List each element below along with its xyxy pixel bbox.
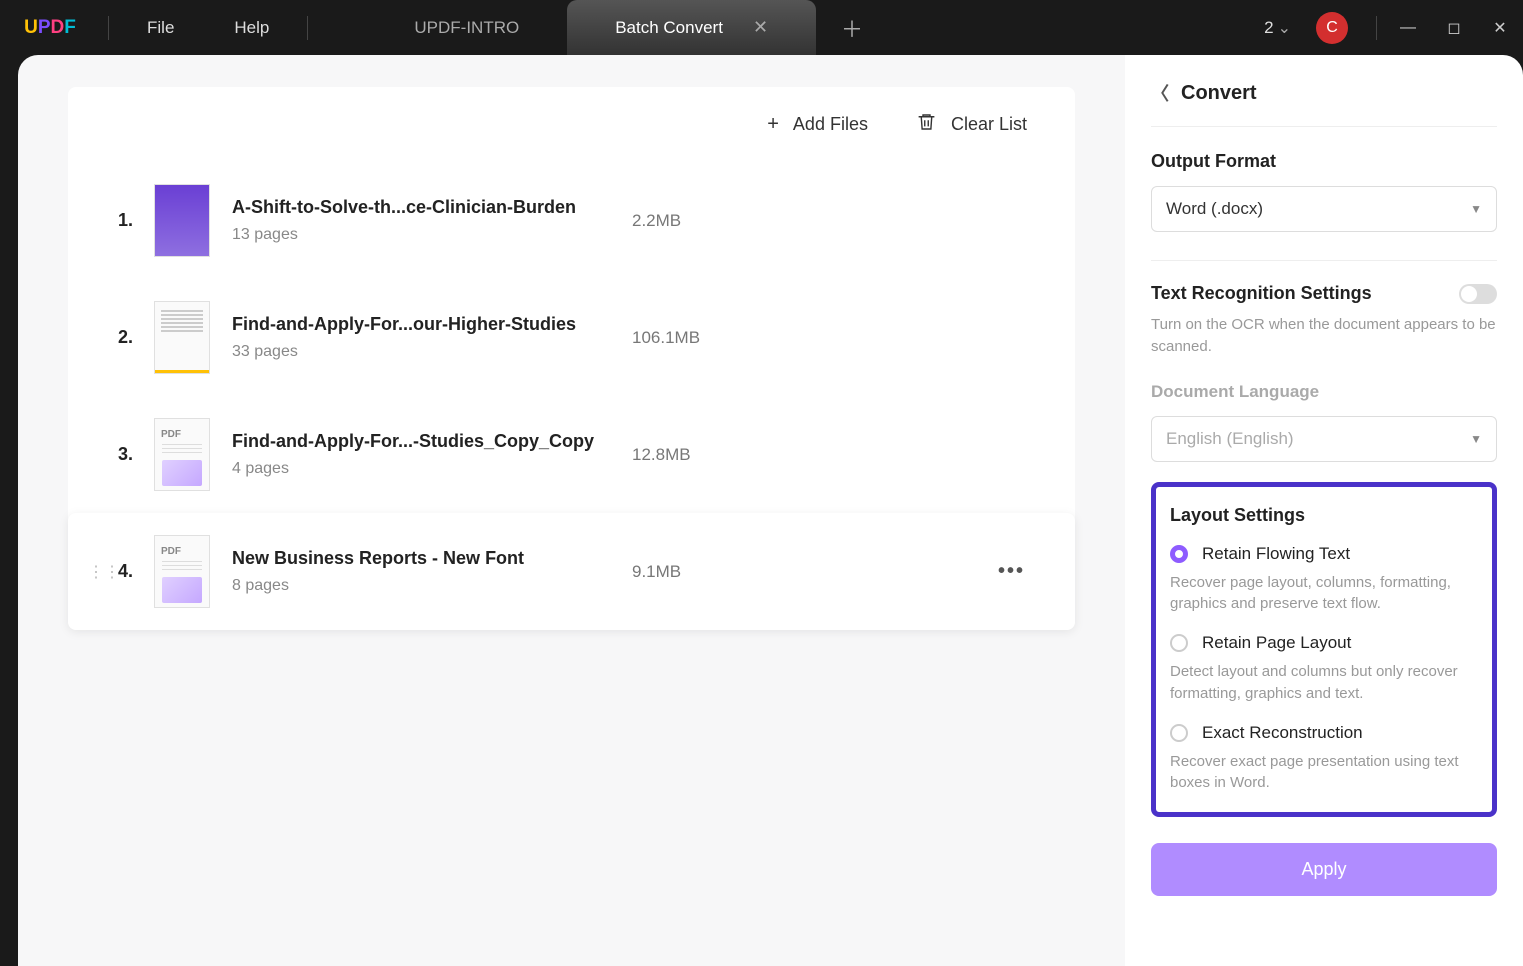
layout-option-desc: Recover exact page presentation using te…	[1170, 751, 1478, 795]
menu-help[interactable]: Help	[204, 18, 299, 38]
row-number: 4.	[118, 561, 154, 582]
layout-settings-highlight: Layout Settings Retain Flowing Text Recov…	[1151, 482, 1497, 818]
output-format-select[interactable]: Word (.docx) ▼	[1151, 186, 1497, 232]
layout-option[interactable]: Retain Page Layout	[1170, 633, 1478, 653]
layout-option[interactable]: Exact Reconstruction	[1170, 723, 1478, 743]
more-icon[interactable]: •••	[998, 560, 1025, 583]
row-number: 1.	[118, 210, 154, 231]
file-size: 9.1MB	[632, 562, 772, 582]
output-format-value: Word (.docx)	[1166, 199, 1263, 219]
layout-option-label: Retain Flowing Text	[1202, 544, 1350, 564]
back-icon[interactable]: 〈	[1151, 80, 1169, 106]
tab-batch-convert[interactable]: Batch Convert ✕	[567, 0, 816, 55]
window-count[interactable]: 2	[1264, 18, 1273, 38]
divider	[307, 16, 308, 40]
tab-label: UPDF-INTRO	[414, 18, 519, 38]
close-icon[interactable]: ✕	[753, 17, 768, 38]
file-title: Find-and-Apply-For...our-Higher-Studies	[232, 314, 632, 335]
avatar[interactable]: C	[1316, 12, 1348, 44]
apply-button[interactable]: Apply	[1151, 843, 1497, 896]
layout-option[interactable]: Retain Flowing Text	[1170, 544, 1478, 564]
layout-option-label: Retain Page Layout	[1202, 633, 1351, 653]
chevron-down-icon: ▼	[1470, 202, 1482, 216]
tab-label: Batch Convert	[615, 18, 723, 38]
add-files-button[interactable]: + Add Files	[767, 113, 868, 136]
layout-settings-title: Layout Settings	[1170, 505, 1478, 526]
layout-option-desc: Recover page layout, columns, formatting…	[1170, 572, 1478, 616]
chevron-down-icon[interactable]: ⌄	[1278, 18, 1291, 38]
drag-handle-icon[interactable]: ⋮⋮	[88, 562, 118, 582]
chevron-down-icon: ▼	[1470, 432, 1482, 446]
file-thumbnail: PDF	[154, 535, 210, 608]
file-size: 2.2MB	[632, 211, 772, 231]
row-number: 3.	[118, 444, 154, 465]
file-list: + Add Files Clear List ⋮⋮1.A-Shift-to-So…	[68, 87, 1075, 630]
radio-icon	[1170, 634, 1188, 652]
file-title: Find-and-Apply-For...-Studies_Copy_Copy	[232, 431, 632, 452]
file-pages: 33 pages	[232, 343, 632, 361]
file-size: 106.1MB	[632, 328, 772, 348]
close-button[interactable]: ✕	[1477, 18, 1523, 38]
file-thumbnail: PDF	[154, 418, 210, 491]
row-number: 2.	[118, 327, 154, 348]
file-size: 12.8MB	[632, 445, 772, 465]
doc-language-select[interactable]: English (English) ▼	[1151, 416, 1497, 462]
output-format-label: Output Format	[1151, 151, 1497, 172]
ocr-description: Turn on the OCR when the document appear…	[1151, 314, 1497, 358]
new-tab-button[interactable]: ＋	[816, 12, 888, 44]
file-thumbnail	[154, 184, 210, 257]
tab-updf-intro[interactable]: UPDF-INTRO	[366, 0, 567, 55]
file-row[interactable]: ⋮⋮1.A-Shift-to-Solve-th...ce-Clinician-B…	[68, 162, 1075, 279]
menu-file[interactable]: File	[117, 18, 204, 38]
file-pages: 4 pages	[232, 460, 632, 478]
trash-icon	[916, 111, 937, 138]
main-panel: + Add Files Clear List ⋮⋮1.A-Shift-to-So…	[18, 55, 1125, 966]
file-pages: 13 pages	[232, 226, 632, 244]
app-logo: UPDF	[0, 17, 100, 39]
file-title: New Business Reports - New Font	[232, 548, 632, 569]
layout-option-desc: Detect layout and columns but only recov…	[1170, 661, 1478, 705]
file-row[interactable]: ⋮⋮4.PDF New Business Reports - New Font 8 …	[68, 513, 1075, 630]
file-title: A-Shift-to-Solve-th...ce-Clinician-Burde…	[232, 197, 632, 218]
radio-icon	[1170, 724, 1188, 742]
ocr-toggle[interactable]	[1459, 284, 1497, 304]
file-row[interactable]: ⋮⋮2.Find-and-Apply-For...our-Higher-Stud…	[68, 279, 1075, 396]
doc-language-value: English (English)	[1166, 429, 1294, 449]
clear-list-button[interactable]: Clear List	[916, 111, 1027, 138]
add-files-label: Add Files	[793, 114, 868, 135]
convert-panel: 〈 Convert Output Format Word (.docx) ▼ T…	[1125, 55, 1523, 966]
divider	[1376, 16, 1377, 40]
file-row[interactable]: ⋮⋮3.PDFFind-and-Apply-For...-Studies_Cop…	[68, 396, 1075, 513]
divider	[108, 16, 109, 40]
radio-icon	[1170, 545, 1188, 563]
doc-language-label: Document Language	[1151, 382, 1497, 402]
clear-list-label: Clear List	[951, 114, 1027, 135]
file-pages: 8 pages	[232, 577, 632, 595]
layout-option-label: Exact Reconstruction	[1202, 723, 1363, 743]
ocr-label: Text Recognition Settings	[1151, 283, 1372, 304]
minimize-button[interactable]: —	[1385, 19, 1431, 37]
title-bar: UPDF File Help UPDF-INTRO Batch Convert …	[0, 0, 1523, 55]
maximize-button[interactable]: ◻	[1431, 18, 1477, 38]
file-thumbnail	[154, 301, 210, 374]
panel-title: Convert	[1181, 82, 1257, 105]
plus-icon: +	[767, 113, 779, 136]
